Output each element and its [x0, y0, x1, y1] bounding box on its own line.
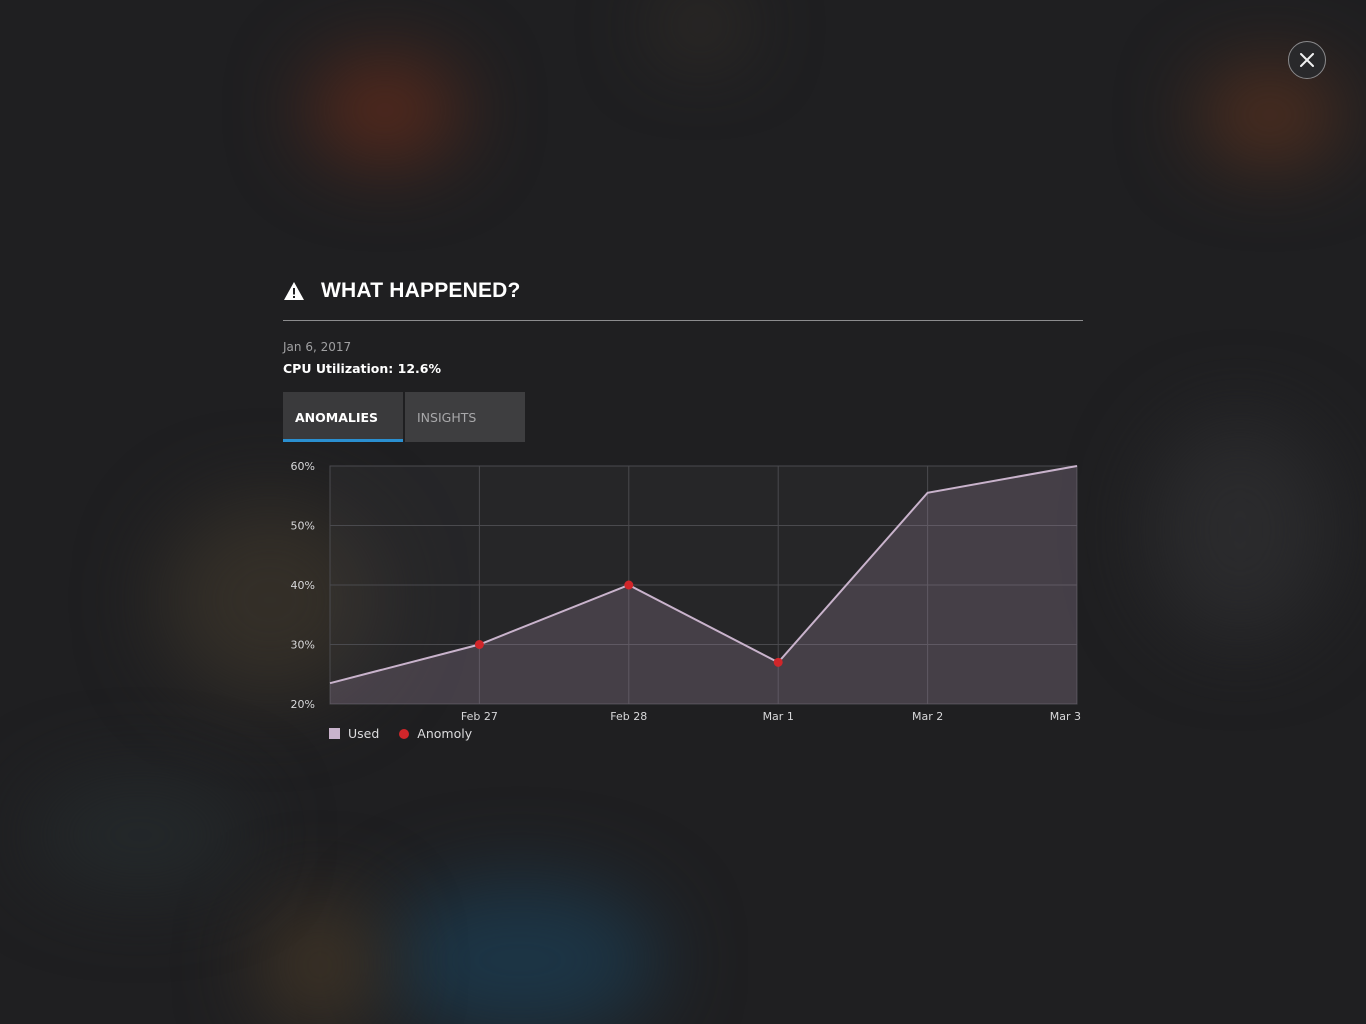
- anomaly-dialog: WHAT HAPPENED? Jan 6, 2017 CPU Utilizati…: [283, 270, 1083, 741]
- chart-container: 20% 30% 40% 50% 60% Feb 27 Feb 28 Mar 1 Mar 2 Mar…: [283, 460, 1093, 726]
- background-blob: [310, 60, 460, 160]
- dialog-title: WHAT HAPPENED?: [321, 279, 521, 302]
- warning-icon: [284, 282, 304, 300]
- anomaly-point: [474, 640, 484, 649]
- y-tick-label: 20%: [291, 698, 315, 711]
- close-icon: [1300, 53, 1314, 67]
- legend-label-used: Used: [348, 726, 380, 741]
- legend-dot-anomaly: [399, 728, 410, 739]
- legend-swatch-used: [329, 728, 340, 739]
- background-blob: [380, 880, 660, 1024]
- background-blob: [1150, 420, 1330, 640]
- event-date: Jan 6, 2017: [283, 340, 352, 354]
- close-button[interactable]: [1288, 41, 1326, 79]
- tab-anomalies[interactable]: ANOMALIES: [283, 392, 403, 442]
- background-blob: [660, 0, 740, 50]
- anomaly-point: [773, 657, 783, 667]
- legend-label-anomaly: Anomoly: [417, 726, 473, 741]
- x-tick-label: Mar 2: [912, 710, 943, 722]
- x-tick-label: Mar 3: [1050, 710, 1081, 722]
- tab-bar: ANOMALIES INSIGHTS: [283, 392, 1083, 442]
- background-blob: [30, 780, 250, 890]
- metric-summary: CPU Utilization: 12.6%: [283, 361, 441, 376]
- anomaly-point: [624, 580, 634, 590]
- y-tick-label: 40%: [291, 579, 315, 592]
- x-tick-label: Feb 28: [610, 710, 647, 722]
- x-tick-label: Feb 27: [461, 710, 498, 722]
- y-tick-label: 30%: [291, 639, 315, 652]
- tab-insights[interactable]: INSIGHTS: [405, 392, 525, 442]
- background-blob: [1200, 70, 1340, 160]
- dialog-header: WHAT HAPPENED?: [283, 270, 1083, 321]
- y-tick-label: 60%: [291, 460, 315, 473]
- x-tick-label: Mar 1: [763, 710, 794, 722]
- cpu-usage-chart: 20% 30% 40% 50% 60% Feb 27 Feb 28 Mar 1 Mar 2 Mar…: [291, 460, 1081, 723]
- chart-legend: Used Anomoly: [329, 726, 472, 741]
- y-tick-label: 50%: [291, 520, 315, 533]
- background-blob: [260, 900, 380, 1024]
